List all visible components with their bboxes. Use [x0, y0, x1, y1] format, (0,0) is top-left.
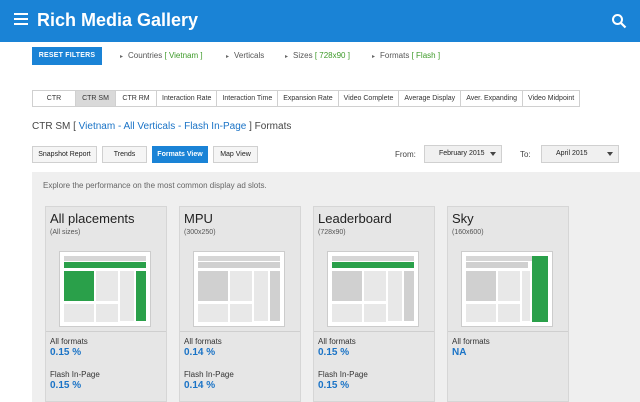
card-title: Leaderboard	[318, 211, 392, 226]
filter-verticals[interactable]: ▸ Verticals	[226, 51, 264, 60]
card-divider	[448, 331, 568, 332]
to-label: To:	[520, 150, 531, 159]
card-size: (All sizes)	[50, 229, 81, 236]
all-formats-label: All formats	[184, 337, 222, 346]
tab-expansion-rate[interactable]: Expansion Rate	[278, 91, 339, 106]
tab-video-complete[interactable]: Video Complete	[339, 91, 400, 106]
app-title: Rich Media Gallery	[37, 10, 199, 30]
caret-down-icon	[490, 152, 496, 156]
page-heading: CTR SM [ Vietnam - All Verticals - Flash…	[32, 121, 292, 132]
map-view-button[interactable]: Map View	[213, 146, 258, 163]
placement-card-all[interactable]: All placements (All sizes) All formats 0…	[45, 206, 167, 402]
search-icon[interactable]	[611, 13, 627, 29]
tab-interaction-rate[interactable]: Interaction Rate	[157, 91, 218, 106]
tab-ctr-rm[interactable]: CTR RM	[116, 91, 157, 106]
caret-down-icon	[607, 152, 613, 156]
flash-in-page-label: Flash In-Page	[184, 370, 234, 379]
card-divider	[314, 331, 434, 332]
card-divider	[180, 331, 300, 332]
all-formats-label: All formats	[452, 337, 490, 346]
placement-card-leaderboard[interactable]: Leaderboard (728x90) All formats 0.15 % …	[313, 206, 435, 402]
trends-button[interactable]: Trends	[102, 146, 147, 163]
reset-filters-button[interactable]: RESET FILTERS	[32, 47, 102, 65]
filter-countries[interactable]: ▸ Countries [ Vietnam ]	[120, 51, 203, 60]
card-title: All placements	[50, 211, 135, 226]
from-date-select[interactable]: February 2015	[424, 145, 502, 163]
placement-card-mpu[interactable]: MPU (300x250) All formats 0.14 % Flash I…	[179, 206, 301, 402]
arrow-right-icon: ▸	[120, 54, 124, 60]
placement-thumbnail	[327, 251, 419, 327]
tab-ctr-sm[interactable]: CTR SM	[76, 91, 116, 106]
card-divider	[46, 331, 166, 332]
all-formats-value: NA	[452, 347, 467, 358]
flash-in-page-value: 0.14 %	[184, 380, 216, 391]
tab-aver-expanding[interactable]: Aver. Expanding	[461, 91, 524, 106]
from-label: From:	[395, 150, 416, 159]
all-formats-label: All formats	[50, 337, 88, 346]
flash-in-page-label: Flash In-Page	[318, 370, 368, 379]
intro-text: Explore the performance on the most comm…	[43, 181, 267, 190]
card-title: Sky	[452, 211, 474, 226]
arrow-right-icon: ▸	[372, 54, 376, 60]
hamburger-icon[interactable]	[14, 13, 28, 27]
placement-thumbnail	[193, 251, 285, 327]
card-size: (160x600)	[452, 229, 484, 236]
formats-view-button[interactable]: Formats View	[152, 146, 208, 163]
placement-thumbnail	[461, 251, 553, 327]
all-formats-value: 0.14 %	[184, 347, 216, 358]
app-bar: Rich Media Gallery	[0, 0, 640, 42]
heading-filter-link[interactable]: Vietnam - All Verticals - Flash In-Page	[76, 121, 249, 132]
flash-in-page-value: 0.15 %	[318, 380, 350, 391]
metric-tabs: CTR CTR SM CTR RM Interaction Rate Inter…	[32, 90, 581, 107]
tab-average-display[interactable]: Average Display	[399, 91, 462, 106]
tab-interaction-time[interactable]: Interaction Time	[217, 91, 279, 106]
card-size: (728x90)	[318, 229, 346, 236]
all-formats-value: 0.15 %	[318, 347, 350, 358]
filter-formats[interactable]: ▸ Formats [ Flash ]	[372, 51, 440, 60]
arrow-right-icon: ▸	[226, 54, 230, 60]
tab-ctr[interactable]: CTR	[33, 91, 76, 106]
placement-card-sky[interactable]: Sky (160x600) All formats NA	[447, 206, 569, 402]
all-formats-value: 0.15 %	[50, 347, 82, 358]
flash-in-page-label: Flash In-Page	[50, 370, 100, 379]
filter-sizes[interactable]: ▸ Sizes [ 728x90 ]	[285, 51, 350, 60]
card-title: MPU	[184, 211, 213, 226]
tab-video-midpoint[interactable]: Video Midpoint	[523, 91, 579, 106]
all-formats-label: All formats	[318, 337, 356, 346]
card-size: (300x250)	[184, 229, 216, 236]
snapshot-report-button[interactable]: Snapshot Report	[32, 146, 97, 163]
placement-thumbnail	[59, 251, 151, 327]
arrow-right-icon: ▸	[285, 54, 289, 60]
flash-in-page-value: 0.15 %	[50, 380, 82, 391]
to-date-select[interactable]: April 2015	[541, 145, 619, 163]
